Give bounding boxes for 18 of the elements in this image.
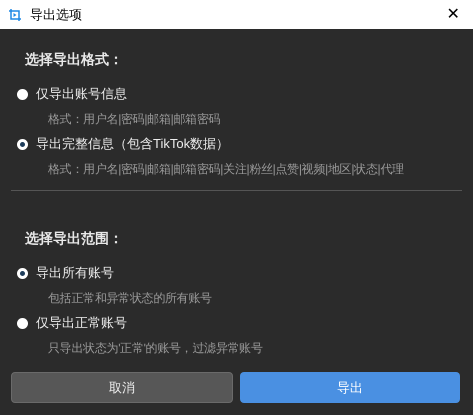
window-title: 导出选项 (30, 6, 82, 24)
option-label[interactable]: 导出完整信息（包含TikTok数据） (36, 134, 230, 154)
section-heading: 选择导出范围： (25, 229, 124, 248)
option-description: 只导出状态为'正常'的账号，过滤异常账号 (48, 340, 264, 357)
radio-button[interactable] (17, 318, 28, 328)
option-description: 包括正常和异常状态的所有账号 (48, 290, 213, 307)
option-description: 格式：用户名|密码|邮箱|邮箱密码 (48, 111, 222, 128)
option-description: 格式：用户名|密码|邮箱|邮箱密码|关注|粉丝|点赞|视频|地区|状态|代理 (48, 161, 405, 178)
cancel-button[interactable]: 取消 (11, 372, 233, 403)
option-label[interactable]: 仅导出正常账号 (36, 313, 127, 333)
app-icon (8, 8, 22, 22)
section-heading: 选择导出格式： (25, 50, 124, 69)
close-button[interactable]: ✕ (441, 6, 465, 22)
option-label[interactable]: 仅导出账号信息 (36, 84, 127, 104)
radio-button[interactable] (17, 88, 28, 100)
radio-button[interactable] (17, 268, 28, 278)
option-label[interactable]: 导出所有账号 (36, 263, 114, 283)
radio-button[interactable] (17, 138, 28, 150)
